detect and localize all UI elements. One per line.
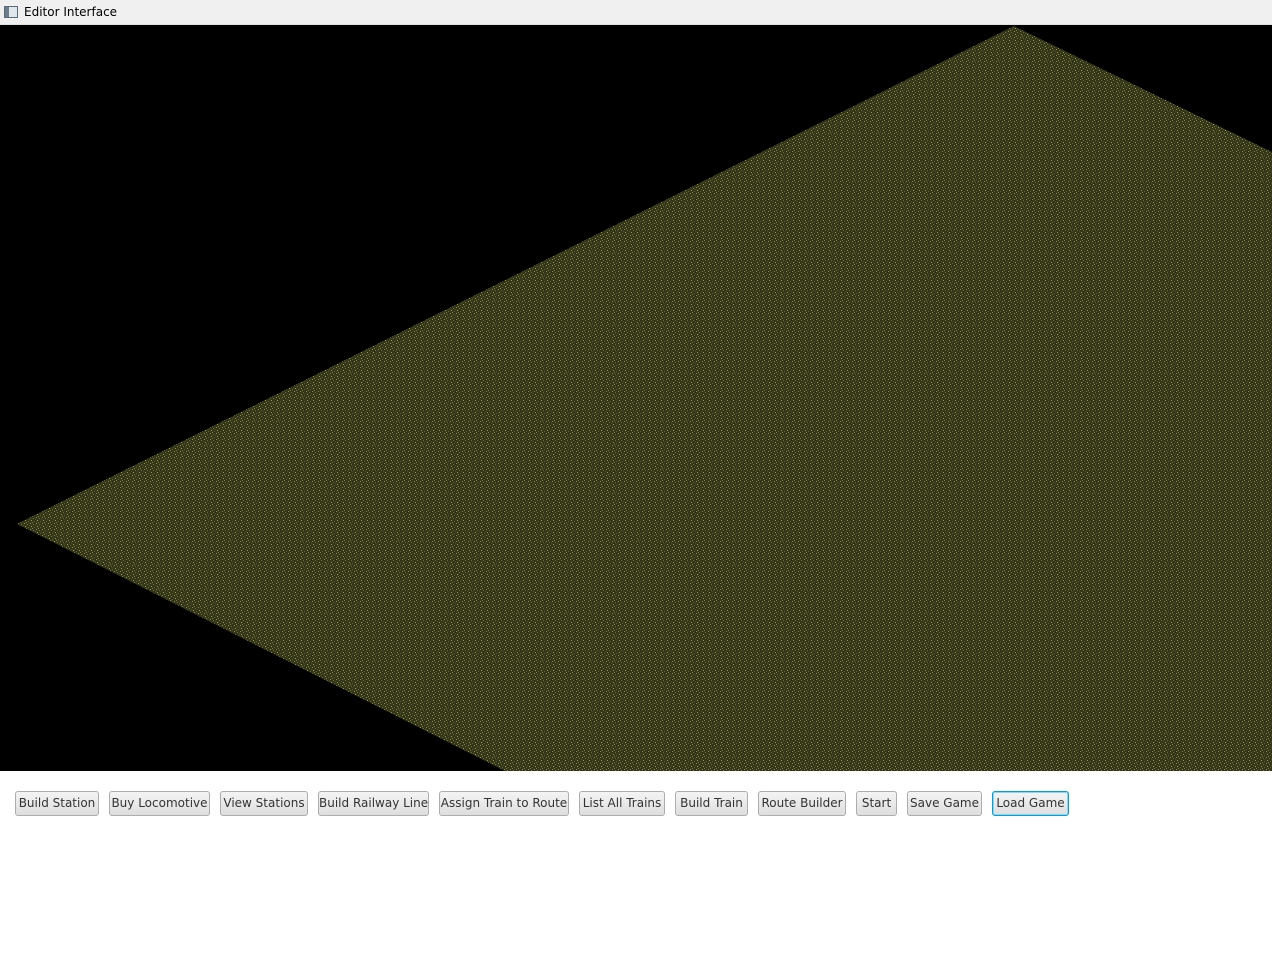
action-toolbar: Build Station Buy Locomotive View Statio… bbox=[0, 771, 1272, 964]
build-railway-line-button[interactable]: Build Railway Line bbox=[318, 791, 429, 816]
app-window-icon bbox=[4, 6, 18, 18]
buy-locomotive-button[interactable]: Buy Locomotive bbox=[109, 791, 210, 816]
save-game-button[interactable]: Save Game bbox=[907, 791, 982, 816]
map-viewport[interactable] bbox=[0, 25, 1272, 771]
view-stations-button[interactable]: View Stations bbox=[220, 791, 308, 816]
terrain-canvas[interactable] bbox=[0, 25, 1272, 771]
title-bar: Editor Interface bbox=[0, 0, 1272, 25]
assign-train-to-route-button[interactable]: Assign Train to Route bbox=[439, 791, 569, 816]
route-builder-button[interactable]: Route Builder bbox=[758, 791, 846, 816]
load-game-button[interactable]: Load Game bbox=[992, 791, 1069, 816]
window-title: Editor Interface bbox=[24, 5, 118, 19]
build-station-button[interactable]: Build Station bbox=[15, 791, 99, 816]
build-train-button[interactable]: Build Train bbox=[675, 791, 748, 816]
terrain-grid[interactable] bbox=[17, 26, 1272, 771]
start-button[interactable]: Start bbox=[856, 791, 897, 816]
list-all-trains-button[interactable]: List All Trains bbox=[579, 791, 665, 816]
